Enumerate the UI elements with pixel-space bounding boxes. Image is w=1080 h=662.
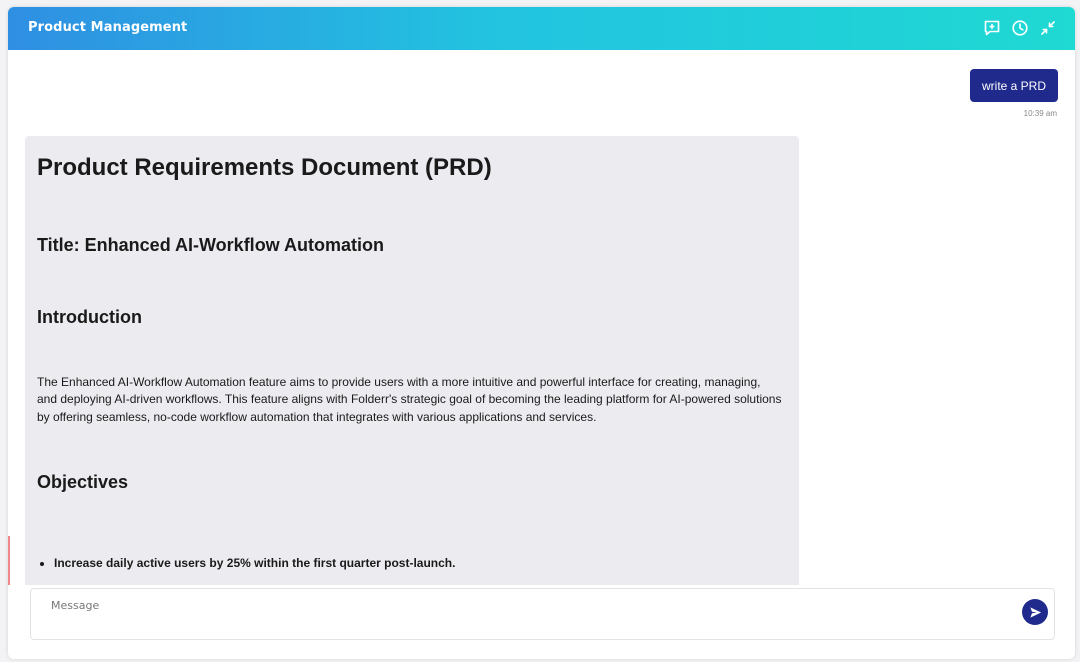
objectives-list: Increase daily active users by 25% withi… (37, 556, 455, 570)
objectives-heading: Objectives (37, 472, 129, 492)
history-icon[interactable] (1010, 18, 1029, 37)
message-list[interactable]: write a PRD 10:39 am Product Requirement… (8, 50, 1075, 585)
send-icon (1029, 606, 1041, 618)
collapse-icon[interactable] (1038, 18, 1057, 37)
new-chat-icon[interactable] (982, 18, 1001, 37)
introduction-text: The Enhanced AI-Workflow Automation feat… (37, 375, 782, 424)
user-message-text: write a PRD (981, 78, 1046, 93)
chat-window: Product Management write a PRD 10:39 am … (8, 7, 1075, 659)
user-message: write a PRD (969, 69, 1058, 102)
message-composer (30, 588, 1055, 640)
list-item: Increase daily active users by 25% withi… (54, 556, 455, 570)
scroll-marker (8, 536, 10, 585)
assistant-message: Product Requirements Document (PRD) Titl… (25, 136, 799, 585)
document-heading: Product Requirements Document (PRD) (37, 154, 492, 181)
chat-header: Product Management (8, 7, 1075, 50)
send-button[interactable] (1022, 599, 1048, 625)
header-actions (982, 18, 1057, 37)
message-timestamp: 10:39 am (1023, 109, 1057, 118)
document-title: Title: Enhanced AI-Workflow Automation (37, 235, 385, 255)
message-input[interactable] (49, 598, 993, 613)
header-title: Product Management (28, 20, 188, 35)
introduction-heading: Introduction (37, 307, 142, 327)
